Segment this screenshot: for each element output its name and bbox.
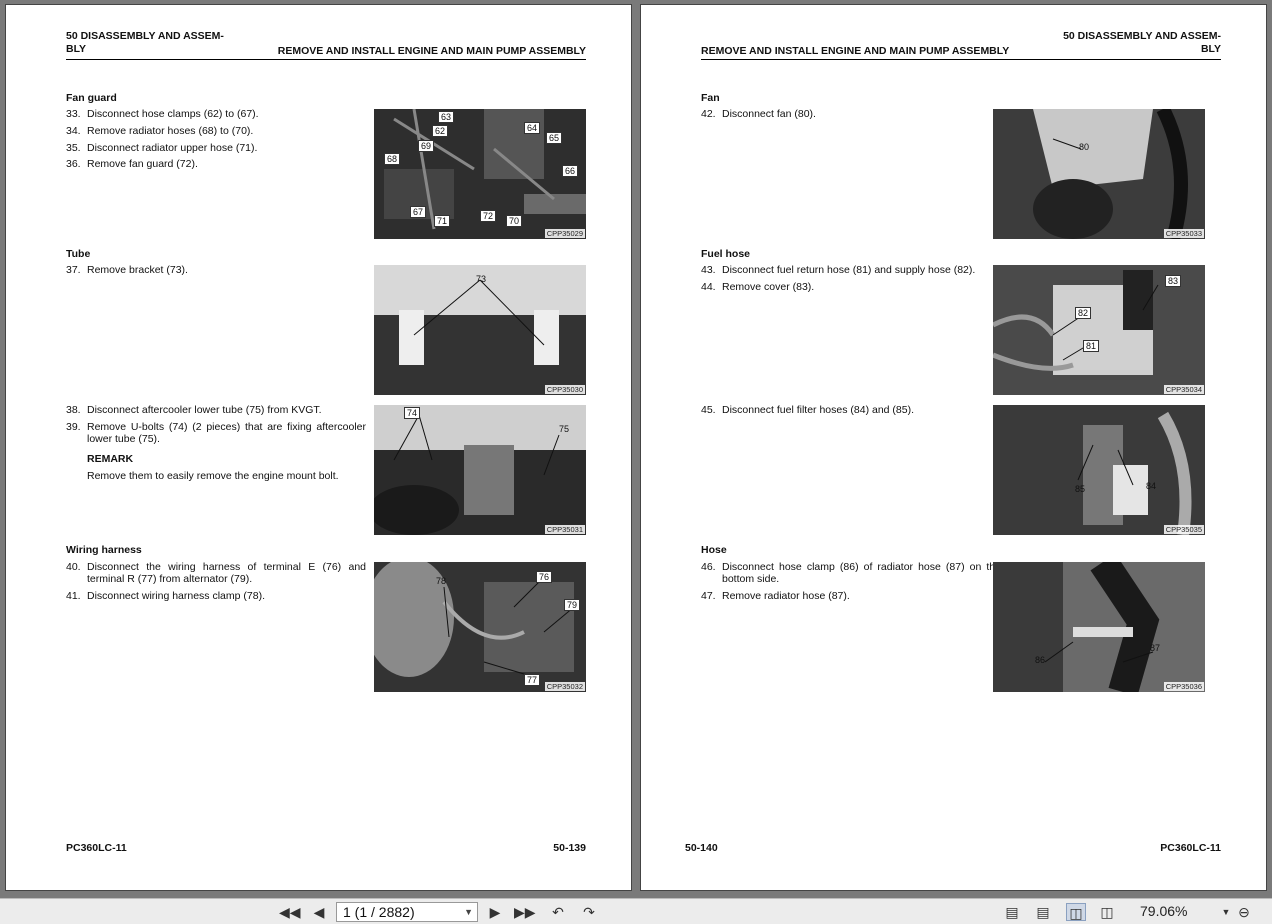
next-page-icon[interactable]: ▶: [485, 903, 505, 921]
section-title: Fan: [701, 92, 720, 104]
callout: 83: [1165, 275, 1182, 287]
callout: 75: [559, 424, 570, 434]
page-header: 50 DISASSEMBLY AND ASSEM- BLY REMOVE AND…: [701, 30, 1221, 60]
footer-page-number: 50-140: [685, 842, 718, 854]
prev-view-icon[interactable]: ↶: [548, 903, 568, 921]
photo-fan: 80 CPP35033: [993, 109, 1205, 239]
callout: 68: [384, 153, 401, 165]
last-page-icon[interactable]: ▶▶: [514, 903, 536, 921]
footer-page-number: 50-139: [553, 842, 586, 854]
step: 41. Disconnect wiring harness clamp (78).: [66, 590, 265, 602]
header-title: REMOVE AND INSTALL ENGINE AND MAIN PUMP …: [277, 45, 586, 57]
navigation-toolbar: ◀◀ ◀ 1 (1 / 2882) ▼ ▶ ▶▶ ↶ ↷ ▤ ▤ ◫ ◫ 79.…: [0, 898, 1272, 924]
callout: 65: [546, 132, 563, 144]
section-title: Wiring harness: [66, 544, 142, 556]
callout: 64: [524, 122, 541, 134]
single-page-icon[interactable]: ▤: [1002, 903, 1022, 921]
photo-code: CPP35033: [1163, 229, 1204, 238]
callout: 72: [480, 210, 497, 222]
photo-code: CPP35032: [544, 682, 585, 691]
step: 42. Disconnect fan (80).: [701, 108, 816, 120]
callout: 78: [436, 576, 447, 586]
page-dropdown-icon[interactable]: ▼: [464, 903, 473, 921]
callout: 87: [1150, 643, 1161, 653]
callout: 79: [564, 599, 581, 611]
zoom-out-icon[interactable]: ⊖: [1234, 903, 1254, 921]
step: 33. Disconnect hose clamps (62) to (67).: [66, 108, 259, 120]
step: 47. Remove radiator hose (87).: [701, 590, 850, 602]
step: 43. Disconnect fuel return hose (81) and …: [701, 264, 976, 276]
step: 37. Remove bracket (73).: [66, 264, 188, 276]
step: 35. Disconnect radiator upper hose (71).: [66, 142, 258, 154]
photo-fan-guard: 63 62 64 65 69 68 66 67 71 72 70 CPP3502…: [374, 109, 586, 239]
photo-code: CPP35029: [544, 229, 585, 238]
zoom-level[interactable]: 79.06%: [1140, 903, 1187, 919]
footer-model: PC360LC-11: [66, 842, 127, 854]
continuous-facing-icon[interactable]: ◫: [1097, 903, 1117, 921]
prev-page-icon[interactable]: ◀: [309, 903, 329, 921]
callout: 77: [524, 674, 541, 686]
first-page-icon[interactable]: ◀◀: [279, 903, 301, 921]
callout: 67: [410, 206, 427, 218]
photo-code: CPP35031: [544, 525, 585, 534]
callout: 84: [1146, 481, 1157, 491]
photo-alternator: 78 76 79 77 CPP35032: [374, 562, 586, 692]
callout: 66: [562, 165, 579, 177]
callout: 82: [1075, 307, 1092, 319]
page-50-140: 50 DISASSEMBLY AND ASSEM- BLY REMOVE AND…: [640, 4, 1267, 891]
photo-fuel-filter: 85 84 CPP35035: [993, 405, 1205, 535]
zoom-dropdown-icon[interactable]: ▼: [1216, 903, 1236, 921]
step: 44. Remove cover (83).: [701, 281, 815, 293]
photo-code: CPP35034: [1163, 385, 1204, 394]
continuous-icon[interactable]: ▤: [1033, 903, 1053, 921]
document-viewer[interactable]: 50 DISASSEMBLY AND ASSEM- BLY REMOVE AND…: [0, 0, 1272, 898]
photo-bracket: 73 CPP35030: [374, 265, 586, 395]
remark-text: Remove them to easily remove the engine …: [87, 470, 339, 482]
callout: 76: [536, 571, 553, 583]
callout: 85: [1075, 484, 1086, 494]
page-number-value: 1 (1 / 2882): [343, 904, 415, 920]
photo-radiator-hose: 86 87 CPP35036: [993, 562, 1205, 692]
facing-icon[interactable]: ◫: [1066, 903, 1086, 921]
callout: 74: [404, 407, 421, 419]
section-title: Fuel hose: [701, 248, 751, 260]
section-title: Fan guard: [66, 92, 117, 104]
callout: 86: [1035, 655, 1046, 665]
remark-title: REMARK: [87, 453, 134, 465]
callout: 80: [1079, 142, 1090, 152]
callout: 73: [476, 274, 487, 284]
page-number-field[interactable]: 1 (1 / 2882) ▼: [336, 902, 478, 922]
photo-code: CPP35035: [1163, 525, 1204, 534]
callout: 71: [434, 215, 451, 227]
callout: 70: [506, 215, 523, 227]
step: 34. Remove radiator hoses (68) to (70).: [66, 125, 254, 137]
section-title: Tube: [66, 248, 91, 260]
callout: 62: [432, 125, 449, 137]
page-header: 50 DISASSEMBLY AND ASSEM- BLY REMOVE AND…: [66, 30, 586, 60]
section-title: Hose: [701, 544, 727, 556]
page-50-139: 50 DISASSEMBLY AND ASSEM- BLY REMOVE AND…: [5, 4, 632, 891]
header-section: 50 DISASSEMBLY AND ASSEM- BLY: [66, 30, 224, 55]
photo-code: CPP35036: [1163, 682, 1204, 691]
header-title: REMOVE AND INSTALL ENGINE AND MAIN PUMP …: [701, 45, 1010, 57]
photo-fuel-hose: 83 82 81 CPP35034: [993, 265, 1205, 395]
next-view-icon[interactable]: ↷: [579, 903, 599, 921]
callout: 63: [438, 111, 455, 123]
callout: 81: [1083, 340, 1100, 352]
step: 39. Remove U-bolts (74) (2 pieces) that a…: [66, 421, 366, 445]
header-section: 50 DISASSEMBLY AND ASSEM- BLY: [1063, 30, 1221, 55]
photo-aftercooler: 74 75 CPP35031: [374, 405, 586, 535]
step: 46. Disconnect hose clamp (86) of radiato…: [701, 561, 1001, 585]
callout: 69: [418, 140, 435, 152]
step: 40. Disconnect the wiring harness of term…: [66, 561, 366, 585]
footer-model: PC360LC-11: [1160, 842, 1221, 854]
step: 36. Remove fan guard (72).: [66, 158, 198, 170]
step: 45. Disconnect fuel filter hoses (84) and…: [701, 404, 915, 416]
photo-code: CPP35030: [544, 385, 585, 394]
step: 38. Disconnect aftercooler lower tube (75…: [66, 404, 322, 416]
